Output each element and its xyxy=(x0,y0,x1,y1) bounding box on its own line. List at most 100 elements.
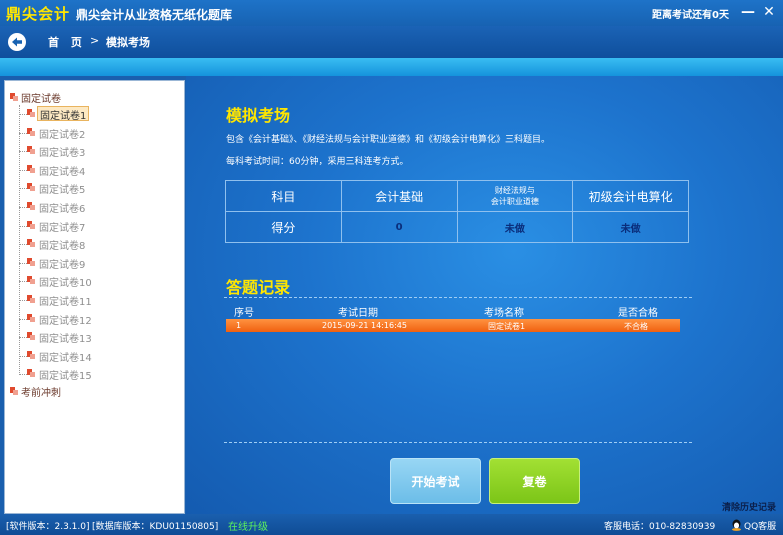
paper-node-icon xyxy=(27,295,35,303)
sidebar-item-label: 固定试卷8 xyxy=(39,241,86,253)
records-col-pass: 是否合格 xyxy=(618,308,658,319)
record-no: 1 xyxy=(236,321,242,330)
paper-node-icon xyxy=(27,202,35,210)
sidebar-item-paper-6[interactable]: 固定试卷6 xyxy=(19,198,109,215)
breadcrumb-current: 模拟考场 xyxy=(106,36,150,49)
score-law-value: 未做 xyxy=(456,211,574,243)
record-pass: 不合格 xyxy=(624,322,648,331)
paper-node-icon xyxy=(27,109,35,117)
paper-node-icon xyxy=(27,369,35,378)
status-bar: [软件版本：2.3.1.0] [数据库版本：KDU01150805] 在线升级 … xyxy=(0,514,783,535)
paper-node-icon xyxy=(27,332,35,341)
main-panel: 模拟考场 包含《会计基础》、《财经法规与会计职业道德》和《初级会计电算化》三科题… xyxy=(186,76,783,514)
header-strip xyxy=(0,58,783,76)
sidebar-item-paper-9[interactable]: 固定试卷9 xyxy=(19,254,109,271)
clear-history-link[interactable]: 清除历史记录 xyxy=(722,500,776,513)
breadcrumb-separator: > xyxy=(90,34,100,47)
score-table: 科目 会计基础 财经法规与 会计职业道德 初级会计电算化 得分 0 未做 未做 xyxy=(225,180,689,243)
record-name: 固定试卷1 xyxy=(488,322,526,331)
database-version: [数据库版本：KDU01150805] xyxy=(92,522,219,532)
title-bar: 鼎尖会计 鼎尖会计从业资格无纸化题库 距离考试还有0天 — ✕ xyxy=(0,0,783,26)
paper-node-icon xyxy=(27,146,35,155)
records-header: 序号 考试日期 考场名称 是否合格 xyxy=(226,304,682,319)
online-upgrade-link[interactable]: 在线升级 xyxy=(228,518,268,533)
sidebar-item-label: 固定试卷14 xyxy=(39,352,92,364)
sidebar-item-paper-13[interactable]: 固定试卷13 xyxy=(19,328,109,345)
score-col-computer: 初级会计电算化 xyxy=(572,180,689,212)
sidebar-item-label: 固定试卷9 xyxy=(39,259,86,271)
sidebar-tree: 固定试卷 固定试卷1 固定试卷2 固定试卷3 固定试卷4 固定试卷5 固定试卷6 固定试卷7… xyxy=(4,80,185,514)
sidebar-item-paper-10[interactable]: 固定试卷10 xyxy=(19,272,109,289)
sidebar-item-paper-12[interactable]: 固定试卷12 xyxy=(19,310,109,327)
sidebar-item-label: 固定试卷2 xyxy=(39,129,86,141)
paper-node-icon xyxy=(27,183,35,192)
sidebar-item-paper-8[interactable]: 固定试卷8 xyxy=(19,235,109,252)
folder-node-icon xyxy=(10,93,18,101)
record-date: 2015-09-21 14:16:45 xyxy=(322,321,407,330)
score-computer-value: 未做 xyxy=(572,211,689,243)
paper-node-icon xyxy=(27,127,35,136)
records-divider-top xyxy=(224,297,692,298)
folder-node-icon xyxy=(10,387,18,395)
sidebar-item-label: 固定试卷1 xyxy=(37,106,90,122)
back-button[interactable] xyxy=(8,33,26,51)
qq-penguin-icon xyxy=(732,519,741,531)
paper-node-icon xyxy=(27,350,35,359)
sidebar-item-label: 固定试卷3 xyxy=(39,148,86,160)
sidebar-item-label: 固定试卷4 xyxy=(39,166,86,178)
records-title: 答题记录 xyxy=(226,278,291,297)
records-col-name: 考场名称 xyxy=(484,308,524,319)
app-logo: 鼎尖会计 xyxy=(6,5,71,23)
records-col-date: 考试日期 xyxy=(338,308,378,319)
sidebar-item-label: 固定试卷5 xyxy=(39,185,86,197)
paper-node-icon xyxy=(27,164,35,173)
score-header-row: 科目 会计基础 财经法规与 会计职业道德 初级会计电算化 xyxy=(225,180,689,212)
review-button[interactable]: 复卷 xyxy=(489,458,580,504)
service-phone: 客服电话：010-82830939 xyxy=(604,522,716,532)
paper-node-icon xyxy=(27,239,35,248)
sidebar-item-paper-4[interactable]: 固定试卷4 xyxy=(19,161,109,178)
exam-countdown: 距离考试还有0天 xyxy=(652,10,729,21)
exam-time-note: 每科考试时间：60分钟，采用三科连考方式。 xyxy=(226,157,409,167)
minimize-button[interactable]: — xyxy=(738,2,758,22)
score-col-subject: 科目 xyxy=(225,180,342,212)
sidebar-item-label: 固定试卷10 xyxy=(39,278,92,290)
breadcrumb-home[interactable]: 首 页 xyxy=(48,34,86,50)
app-title: 鼎尖会计从业资格无纸化题库 xyxy=(76,8,233,22)
records-col-no: 序号 xyxy=(234,308,254,319)
exam-description: 包含《会计基础》、《财经法规与会计职业道德》和《初级会计电算化》三科题目。 xyxy=(226,135,551,145)
sidebar-item-paper-2[interactable]: 固定试卷2 xyxy=(19,124,109,141)
score-col-law-line1: 财经法规与 xyxy=(494,186,535,195)
software-version: [软件版本：2.3.1.0] xyxy=(6,522,90,532)
sidebar-item-paper-14[interactable]: 固定试卷14 xyxy=(19,347,109,364)
records-divider-bottom xyxy=(224,442,692,443)
score-basic-value: 0 xyxy=(340,211,458,243)
back-arrow-icon xyxy=(12,37,22,47)
sidebar-item-label: 固定试卷13 xyxy=(39,334,92,346)
paper-node-icon xyxy=(27,220,35,229)
sidebar-item-paper-15[interactable]: 固定试卷15 xyxy=(19,365,109,382)
paper-node-icon xyxy=(27,257,35,266)
sidebar-item-paper-11[interactable]: 固定试卷11 xyxy=(19,291,109,308)
record-row[interactable]: 1 2015-09-21 14:16:45 固定试卷1 不合格 xyxy=(226,319,680,332)
score-col-law-line2: 会计职业道德 xyxy=(490,197,539,206)
sidebar-item-paper-1[interactable]: 固定试卷1 xyxy=(19,105,109,122)
sidebar-item-label: 固定试卷7 xyxy=(39,222,86,234)
qq-service-link[interactable]: QQ客服 xyxy=(744,519,776,532)
paper-node-icon xyxy=(27,276,35,285)
sidebar-item-label: 固定试卷6 xyxy=(39,204,86,215)
page-title: 模拟考场 xyxy=(226,106,291,125)
nav-bar: 首 页 > 模拟考场 xyxy=(0,26,783,58)
score-col-law: 财经法规与 会计职业道德 xyxy=(456,180,574,212)
sidebar-item-paper-5[interactable]: 固定试卷5 xyxy=(19,179,109,196)
close-button[interactable]: ✕ xyxy=(759,2,779,22)
score-row-label: 得分 xyxy=(225,211,342,243)
sidebar-item-label: 固定试卷11 xyxy=(39,297,92,308)
score-col-basic: 会计基础 xyxy=(340,180,458,212)
sidebar-item-paper-3[interactable]: 固定试卷3 xyxy=(19,142,109,159)
tree-root-label: 考前冲刺 xyxy=(21,388,61,399)
start-exam-button[interactable]: 开始考试 xyxy=(390,458,481,504)
score-value-row: 得分 0 未做 未做 xyxy=(225,211,689,243)
sidebar-item-paper-7[interactable]: 固定试卷7 xyxy=(19,217,109,234)
sidebar-item-label: 固定试卷12 xyxy=(39,315,92,327)
